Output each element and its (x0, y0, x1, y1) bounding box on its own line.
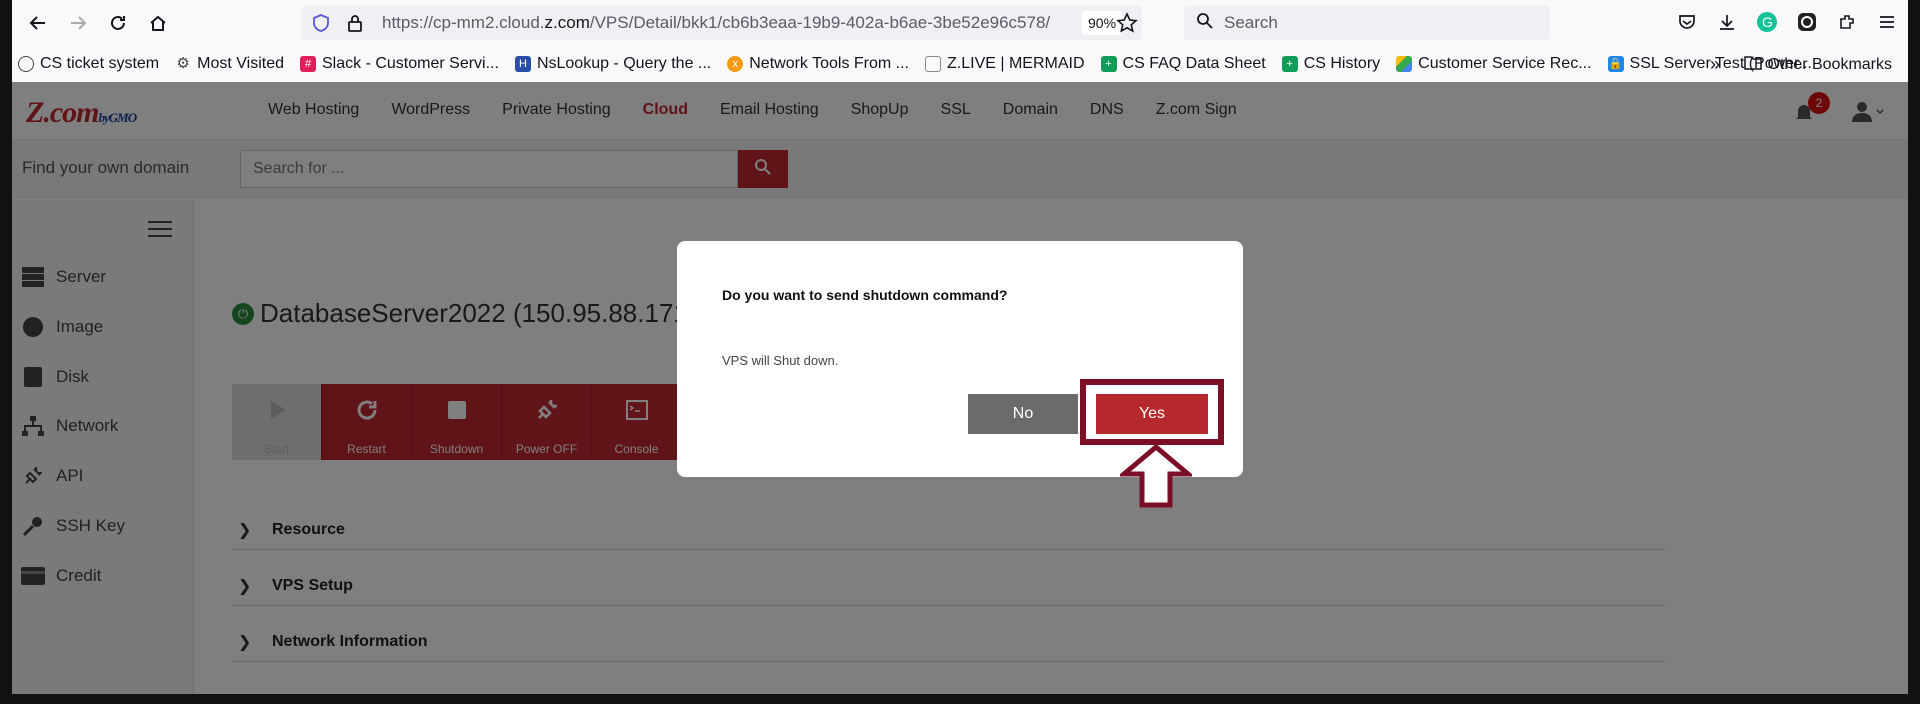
grammarly-icon[interactable]: G (1754, 4, 1780, 40)
bookmark-item[interactable]: + CS History (1281, 55, 1381, 73)
gear-icon: ⚙ (176, 55, 190, 72)
bookmark-label: Customer Service Rec... (1418, 55, 1592, 72)
url-prefix: https://cp-mm2.cloud. (382, 13, 545, 32)
search-icon (1196, 12, 1214, 35)
arrow-up-icon (1120, 444, 1192, 508)
bookmark-label: Network Tools From ... (749, 55, 909, 72)
bookmark-label: NsLookup - Query the ... (536, 55, 712, 72)
other-bookmarks-label: Other Bookmarks (1767, 55, 1892, 73)
drive-icon (1396, 56, 1413, 72)
globe-icon (18, 56, 34, 72)
bookmark-item[interactable]: x Network Tools From ... (727, 55, 909, 73)
menu-icon[interactable] (1874, 4, 1900, 40)
ssl-lock-icon: 🔒 (1607, 56, 1624, 72)
no-button[interactable]: No (968, 394, 1078, 434)
bookmarks-bar: CS ticket system ⚙ Most Visited # Slack - … (12, 46, 1908, 82)
download-icon[interactable] (1714, 4, 1740, 40)
dialog-message: VPS will Shut down. (722, 353, 839, 368)
sheets-icon: + (1281, 56, 1298, 72)
bookmark-label: Slack - Customer Servi... (322, 55, 499, 72)
pocket-icon[interactable] (1674, 4, 1700, 40)
browser-toolbar: https://cp-mm2.cloud.z.com/VPS/Detail/bk… (12, 0, 1908, 46)
bookmark-item[interactable]: CS ticket system (18, 55, 159, 73)
bookmark-item[interactable]: ⚙ Most Visited (175, 55, 284, 73)
bookmark-label: Most Visited (197, 55, 284, 72)
bookmark-label: Z.LIVE | MERMAID (947, 55, 1085, 72)
nslookup-icon: H (514, 56, 531, 72)
highlight-box (1080, 379, 1224, 445)
other-bookmarks[interactable]: Other Bookmarks (1743, 54, 1892, 75)
bookmark-label: CS History (1303, 55, 1381, 72)
dialog-title: Do you want to send shutdown command? (722, 287, 1008, 303)
shield-icon[interactable] (312, 14, 330, 37)
browser-search-field[interactable]: Search (1184, 6, 1550, 40)
bookmark-item[interactable]: H NsLookup - Query the ... (514, 55, 712, 73)
bookmark-label: CS ticket system (40, 55, 160, 72)
svg-text:G: G (1762, 14, 1773, 30)
bookmark-item[interactable]: Customer Service Rec... (1396, 55, 1592, 73)
url-text[interactable]: https://cp-mm2.cloud.z.com/VPS/Detail/bk… (382, 13, 1050, 33)
bookmark-label: CS FAQ Data Sheet (1122, 55, 1266, 72)
star-icon[interactable] (1116, 12, 1138, 39)
extensions-icon[interactable] (1834, 4, 1860, 40)
bookmark-item[interactable]: Z.LIVE | MERMAID (925, 55, 1085, 73)
lock-icon[interactable] (346, 13, 364, 38)
reload-icon[interactable] (98, 3, 138, 43)
chevron-double-right-icon[interactable]: » (1710, 54, 1720, 75)
home-icon[interactable] (138, 3, 178, 43)
toolbar-right-icons: G (1674, 4, 1900, 40)
url-path: /VPS/Detail/bkk1/cb6b3eaa-19b9-402a-b6ae… (589, 13, 1051, 32)
bookmark-item[interactable]: # Slack - Customer Servi... (300, 55, 499, 73)
sheets-icon: + (1100, 56, 1117, 72)
url-domain: z.com (544, 13, 590, 32)
forward-icon[interactable] (58, 3, 98, 43)
document-icon (925, 56, 941, 72)
folder-icon (1743, 54, 1762, 75)
search-placeholder: Search (1224, 13, 1278, 32)
extension-ring-icon[interactable] (1794, 4, 1820, 40)
slack-icon: # (300, 56, 316, 72)
browser-window: https://cp-mm2.cloud.z.com/VPS/Detail/bk… (0, 0, 1920, 704)
bookmark-item[interactable]: + CS FAQ Data Sheet (1100, 55, 1266, 73)
url-bar[interactable]: https://cp-mm2.cloud.z.com/VPS/Detail/bk… (302, 6, 1142, 40)
network-tools-icon: x (727, 56, 744, 72)
back-icon[interactable] (18, 3, 58, 43)
